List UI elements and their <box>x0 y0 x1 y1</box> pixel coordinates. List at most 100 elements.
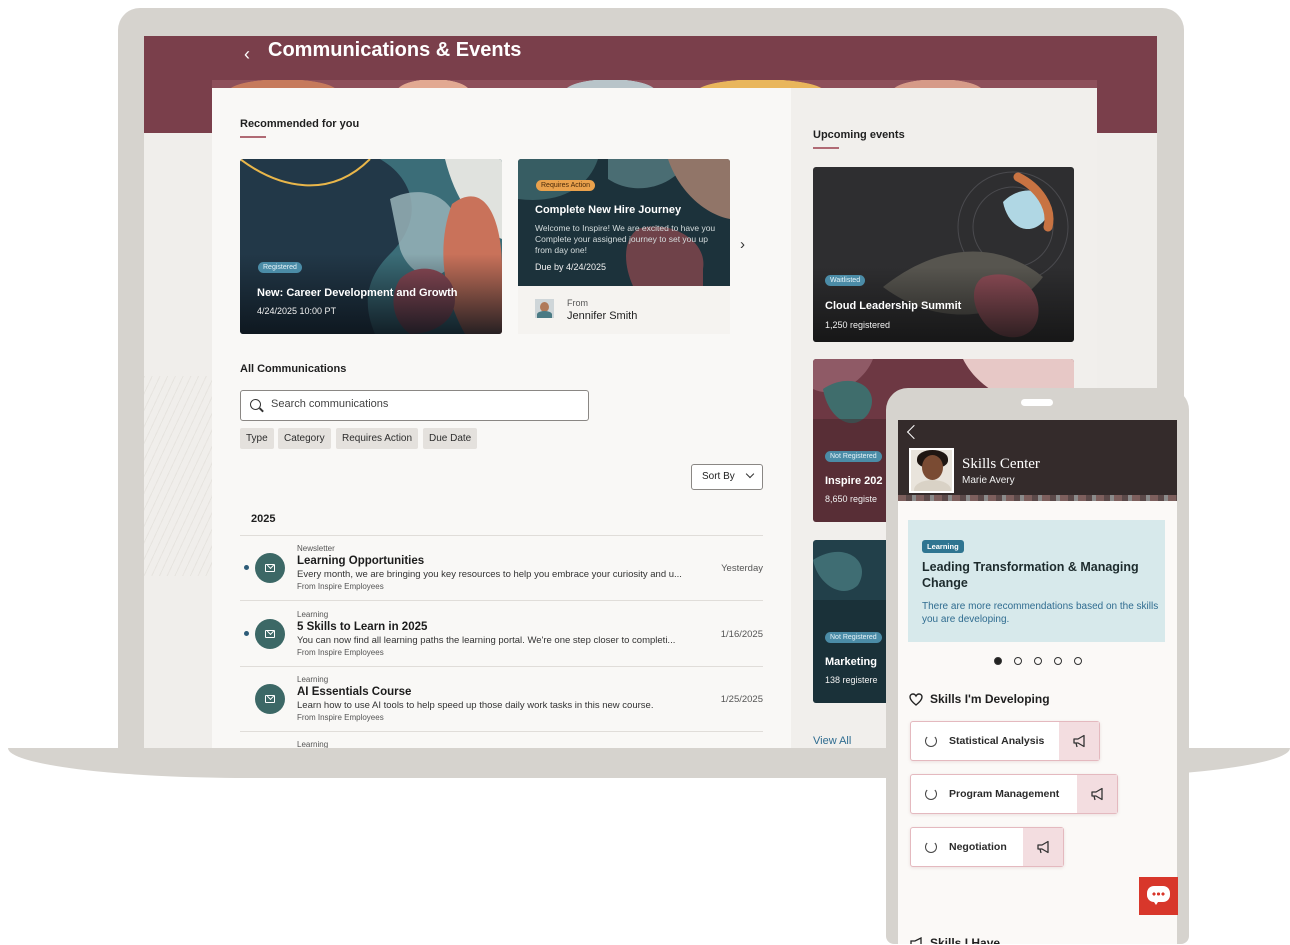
back-chevron-icon[interactable]: ‹ <box>244 44 250 65</box>
event-artwork <box>813 167 1074 342</box>
avatar <box>909 448 954 493</box>
megaphone-icon <box>1037 840 1049 854</box>
item-category: Learning <box>297 740 329 748</box>
progress-icon <box>925 788 937 800</box>
list-item[interactable]: Learning AI Essentials Course Learn how … <box>240 667 763 729</box>
progress-icon <box>925 841 937 853</box>
item-avatar <box>255 684 285 714</box>
skill-label: Negotiation <box>949 841 1007 853</box>
promote-skill-button[interactable] <box>1023 828 1063 866</box>
status-badge: Registered <box>258 262 302 273</box>
skill-pill-statistical-analysis[interactable]: Statistical Analysis <box>910 721 1100 761</box>
card-title: New: Career Development and Growth <box>257 287 458 299</box>
skill-pill-program-management[interactable]: Program Management <box>910 774 1118 814</box>
pager-dot[interactable] <box>1054 657 1062 665</box>
chat-button[interactable] <box>1139 877 1178 915</box>
mobile-header: Skills Center Marie Avery <box>898 420 1177 501</box>
card-due-date: Due by 4/24/2025 <box>535 262 607 272</box>
recommendation-desc: There are more recommendations based on … <box>922 601 1159 625</box>
view-all-link[interactable]: View All <box>813 735 851 747</box>
event-card-cloud-summit[interactable]: Waitlisted Cloud Leadership Summit 1,250… <box>813 167 1074 342</box>
item-avatar <box>255 619 285 649</box>
card-datetime: 4/24/2025 10:00 PT <box>257 306 337 316</box>
section-underline <box>813 147 839 149</box>
heart-icon <box>909 693 923 706</box>
event-count: 1,250 registered <box>825 320 891 330</box>
year-heading: 2025 <box>251 513 276 525</box>
megaphone-icon <box>1091 787 1103 801</box>
search-input[interactable] <box>271 398 571 410</box>
card-desc-line: from day one! <box>535 245 587 255</box>
search-icon <box>250 399 261 410</box>
phone-frame: Skills Center Marie Avery Learning Leadi… <box>886 388 1189 944</box>
recommended-title: Recommended for you <box>240 118 360 130</box>
status-badge: Not Registered <box>825 632 882 643</box>
item-title: Learning Opportunities <box>297 555 425 567</box>
pager-dot[interactable] <box>1034 657 1042 665</box>
filter-requires-action[interactable]: Requires Action <box>336 428 419 449</box>
unread-indicator <box>244 631 249 636</box>
item-date: Yesterday <box>721 563 763 574</box>
list-item[interactable]: Learning 5 Skills to Learn in 2025 You c… <box>240 602 763 664</box>
divider <box>240 600 763 601</box>
filter-due-date[interactable]: Due Date <box>423 428 478 449</box>
pager-dot[interactable] <box>1074 657 1082 665</box>
item-title: 5 Skills to Learn in 2025 <box>297 621 428 633</box>
mobile-app: Skills Center Marie Avery Learning Leadi… <box>898 420 1177 944</box>
pager-dot[interactable] <box>994 657 1002 665</box>
card-desc-line: Complete your assigned journey to set yo… <box>535 234 708 244</box>
skill-label: Statistical Analysis <box>949 735 1045 747</box>
item-from: From Inspire Employees <box>297 648 384 657</box>
status-badge: Waitlisted <box>825 275 866 286</box>
sort-label: Sort By <box>702 471 735 482</box>
recommendation-card[interactable]: Learning Leading Transformation & Managi… <box>908 520 1165 642</box>
item-category: Learning <box>297 675 329 684</box>
mobile-title: Skills Center <box>962 456 1040 472</box>
back-chevron-icon[interactable] <box>906 424 922 440</box>
promote-skill-button[interactable] <box>1059 722 1099 760</box>
upcoming-events-title: Upcoming events <box>813 129 905 141</box>
progress-icon <box>925 735 937 747</box>
recommended-card-career[interactable]: Registered New: Career Development and G… <box>240 159 502 334</box>
item-description: Learn how to use AI tools to help speed … <box>297 700 654 711</box>
recommendation-title: Leading Transformation & Managing Change <box>922 560 1139 590</box>
chat-icon <box>1147 886 1170 905</box>
megaphone-icon <box>1073 734 1085 748</box>
pager-dot[interactable] <box>1014 657 1022 665</box>
skill-pill-negotiation[interactable]: Negotiation <box>910 827 1064 867</box>
background-pattern <box>144 376 214 576</box>
item-date: 1/16/2025 <box>720 629 763 640</box>
list-item[interactable]: Newsletter Learning Opportunities Every … <box>240 536 763 598</box>
list-item[interactable]: Learning <box>240 732 763 748</box>
recommended-card-hire-journey[interactable]: Requires Action Complete New Hire Journe… <box>518 159 730 334</box>
unread-indicator <box>244 565 249 570</box>
filter-category[interactable]: Category <box>278 428 331 449</box>
skills-developing-heading: Skills I'm Developing <box>930 692 1050 706</box>
carousel-next-icon[interactable]: › <box>740 236 745 253</box>
learning-badge: Learning <box>922 540 964 553</box>
item-description: You can now find all learning paths the … <box>297 635 676 646</box>
mail-icon <box>265 695 275 703</box>
page-title: Communications & Events <box>268 39 522 61</box>
megaphone-icon <box>910 937 922 944</box>
sort-by-button[interactable]: Sort By <box>691 464 763 490</box>
skill-label: Program Management <box>949 788 1060 800</box>
event-count: 8,650 registe <box>825 494 878 504</box>
event-count: 138 registere <box>825 675 878 685</box>
sender-avatar <box>535 299 554 318</box>
promote-skill-button[interactable] <box>1077 775 1117 813</box>
mail-icon <box>265 630 275 638</box>
item-title: AI Essentials Course <box>297 686 412 698</box>
search-field[interactable] <box>240 390 589 421</box>
mobile-user-name: Marie Avery <box>962 475 1015 486</box>
all-communications-title: All Communications <box>240 363 347 375</box>
section-underline <box>240 136 266 138</box>
item-category: Newsletter <box>297 544 335 553</box>
filter-type[interactable]: Type <box>240 428 274 449</box>
item-from: From Inspire Employees <box>297 582 384 591</box>
skills-have-heading: Skills I Have <box>930 936 1001 944</box>
item-date: 1/25/2025 <box>720 694 763 705</box>
item-from: From Inspire Employees <box>297 713 384 722</box>
status-badge: Not Registered <box>825 451 882 462</box>
event-title: Inspire 202 <box>825 475 883 487</box>
